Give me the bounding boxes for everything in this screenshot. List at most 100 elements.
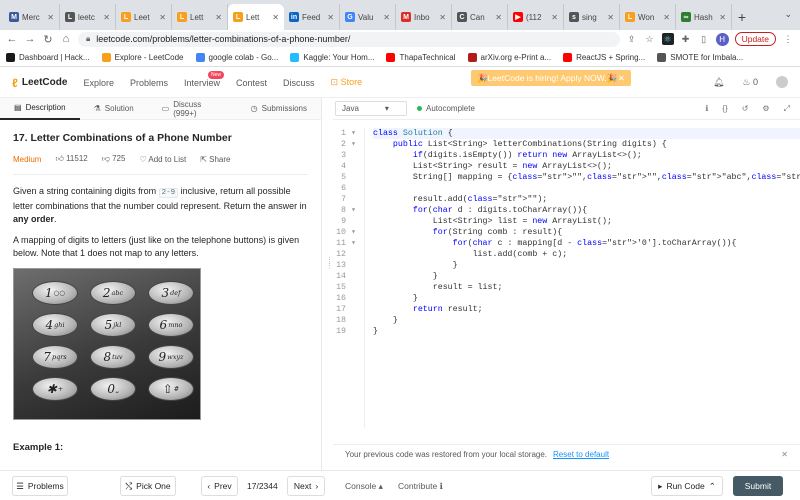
code-line: for(char c : mapping[d - class="str">'0'…: [452, 239, 737, 248]
console-toggle[interactable]: Console ▴: [345, 481, 383, 492]
braces-icon[interactable]: {}: [722, 104, 727, 114]
tab-close-icon[interactable]: ✕: [383, 13, 390, 22]
language-select[interactable]: Java ▾: [335, 101, 407, 116]
browser-menu-icon[interactable]: ⋮: [782, 33, 794, 45]
nav-discuss[interactable]: Discuss: [283, 78, 315, 88]
pick-one-button[interactable]: ⤭ Pick One: [120, 476, 176, 496]
prev-button[interactable]: ‹ Prev: [201, 476, 238, 496]
extension-icon[interactable]: ⚛: [661, 33, 674, 45]
tab-submissions[interactable]: ◷ Submissions: [237, 98, 321, 120]
tab-close-icon[interactable]: ✕: [663, 13, 670, 22]
browser-tab[interactable]: L Lett ✕: [172, 4, 228, 30]
close-notice-icon[interactable]: ✕: [781, 450, 788, 459]
problems-button[interactable]: ☰ Problems: [12, 476, 68, 496]
tab-close-icon[interactable]: ✕: [272, 13, 279, 22]
browser-tab[interactable]: G Valu ✕: [340, 4, 396, 30]
browser-tab[interactable]: C Can ✕: [452, 4, 508, 30]
line-number: 1 ▾: [341, 129, 356, 138]
back-icon[interactable]: ←: [6, 33, 18, 45]
nav-store[interactable]: ⊡ Store: [331, 77, 363, 88]
bookmark-item[interactable]: google colab - Go...: [195, 53, 278, 62]
hiring-banner[interactable]: 🎉LeetCode is hiring! Apply NOW.🎉 ✕: [471, 70, 631, 86]
tab-close-icon[interactable]: ✕: [327, 13, 334, 22]
reset-to-default-link[interactable]: Reset to default: [553, 450, 609, 459]
code-line: }: [373, 294, 418, 303]
bookmark-item[interactable]: arXiv.org e-Print a...: [467, 53, 551, 62]
close-banner-icon[interactable]: ✕: [618, 73, 625, 84]
bookmark-item[interactable]: Explore - LeetCode: [101, 53, 184, 62]
dislike-button[interactable]: 👎︎ 725: [102, 154, 126, 164]
tab-solution[interactable]: ⚗ Solution: [80, 98, 148, 120]
browser-tab[interactable]: s sing ✕: [564, 4, 620, 30]
browser-tab[interactable]: L Won ✕: [620, 4, 676, 30]
new-tab-button[interactable]: +: [732, 4, 752, 30]
code-line: for(String comb : result){: [432, 228, 563, 237]
browser-tab[interactable]: L Leet ✕: [116, 4, 172, 30]
bookmark-star-icon[interactable]: ☆: [644, 33, 656, 45]
address-bar-row: ← → ↻ ⌂ 🔒︎ leetcode.com/problems/letter-…: [0, 30, 800, 48]
tab-search-chevron-icon[interactable]: ⌄: [784, 9, 792, 20]
problem-description-mapping: A mapping of digits to letters (just lik…: [13, 235, 300, 258]
contribute-link[interactable]: Contribute ℹ: [398, 481, 443, 492]
browser-tab[interactable]: in Feed ✕: [284, 4, 340, 30]
info-small-icon: ℹ: [439, 481, 443, 491]
leetcode-logo[interactable]: ℓ LeetCode: [12, 76, 67, 90]
line-number: 3: [341, 151, 356, 160]
restore-message: Your previous code was restored from you…: [345, 450, 548, 459]
like-button[interactable]: 👍︎ 11512: [55, 154, 87, 164]
code-pane: Java ▾ Autocomplete ℹ {} ↺ ⚙ ⤢ 1 ▾ 2 ▾ 3 4 …: [333, 98, 800, 470]
tab-discuss[interactable]: ▭ Discuss (999+): [148, 98, 237, 120]
tab-close-icon[interactable]: ✕: [103, 13, 110, 22]
tab-close-icon[interactable]: ✕: [159, 13, 166, 22]
tab-close-icon[interactable]: ✕: [47, 13, 54, 22]
bookmark-item[interactable]: ThapaTechnical: [386, 53, 456, 62]
forward-icon[interactable]: →: [24, 33, 36, 45]
bookmark-item[interactable]: ReactJS + Spring...: [563, 53, 645, 62]
code-line: list.add(comb + c);: [373, 250, 568, 259]
code-editor[interactable]: 1 ▾ 2 ▾ 3 4 5 6 7 8 ▾ 9 10 ▾ 11 ▾ 12 13 14 15…: [333, 120, 800, 438]
run-code-button[interactable]: ▸ Run Code ⌃: [651, 476, 723, 496]
bookmark-item[interactable]: Kaggle: Your Hom...: [290, 53, 374, 62]
coins-indicator[interactable]: ♨ 0: [742, 77, 758, 88]
submit-button[interactable]: Submit: [733, 476, 783, 496]
tab-close-icon[interactable]: ✕: [719, 13, 726, 22]
info-icon[interactable]: ℹ: [705, 104, 708, 114]
user-avatar-icon[interactable]: [776, 76, 788, 88]
reset-icon[interactable]: ↺: [742, 104, 749, 114]
tab-close-icon[interactable]: ✕: [551, 13, 558, 22]
nav-explore[interactable]: Explore: [83, 78, 114, 88]
nav-interview[interactable]: Interview New: [184, 70, 224, 88]
url-omnibox[interactable]: 🔒︎ leetcode.com/problems/letter-combinat…: [78, 31, 620, 47]
share-icon[interactable]: ⇪: [626, 33, 638, 45]
nav-contest[interactable]: Contest: [236, 78, 267, 88]
browser-tab[interactable]: ▶ (112 ✕: [508, 4, 564, 30]
add-to-list-button[interactable]: ♡ Add to List: [139, 155, 186, 164]
bookmark-item[interactable]: Dashboard | Hack...: [6, 53, 90, 62]
pane-resize-handle[interactable]: ⋮ ⋮: [326, 257, 333, 282]
notification-bell-icon[interactable]: 🔔︎: [713, 77, 724, 88]
tab-close-icon[interactable]: ✕: [439, 13, 446, 22]
bookmark-favicon-icon: [467, 53, 477, 62]
browser-tab[interactable]: ∞ Hash ✕: [676, 4, 732, 30]
reload-icon[interactable]: ↻: [42, 33, 54, 46]
profile-avatar[interactable]: H: [715, 32, 729, 46]
side-panel-icon[interactable]: ▯: [698, 33, 710, 45]
browser-tab[interactable]: Lleetc ✕: [60, 4, 116, 30]
browser-tab[interactable]: M Merc ✕: [4, 4, 60, 30]
next-button[interactable]: Next ›: [287, 476, 325, 496]
share-button[interactable]: ⇱ Share: [200, 155, 230, 164]
home-icon[interactable]: ⌂: [60, 33, 72, 45]
puzzle-extensions-icon[interactable]: ✚: [680, 33, 692, 45]
fullscreen-icon[interactable]: ⤢: [784, 104, 790, 114]
browser-tab[interactable]: L Lett ✕: [228, 4, 284, 30]
nav-problems[interactable]: Problems: [130, 78, 168, 88]
update-button[interactable]: Update: [734, 32, 776, 46]
tab-close-icon[interactable]: ✕: [607, 13, 614, 22]
settings-icon[interactable]: ⚙: [762, 104, 769, 114]
tab-description[interactable]: ▤ Description: [0, 98, 80, 120]
tab-close-icon[interactable]: ✕: [495, 13, 502, 22]
autocomplete-toggle[interactable]: Autocomplete: [417, 104, 475, 113]
browser-tab[interactable]: M Inbo ✕: [396, 4, 452, 30]
tab-close-icon[interactable]: ✕: [215, 13, 222, 22]
bookmark-item[interactable]: SMOTE for Imbala...: [657, 53, 743, 62]
